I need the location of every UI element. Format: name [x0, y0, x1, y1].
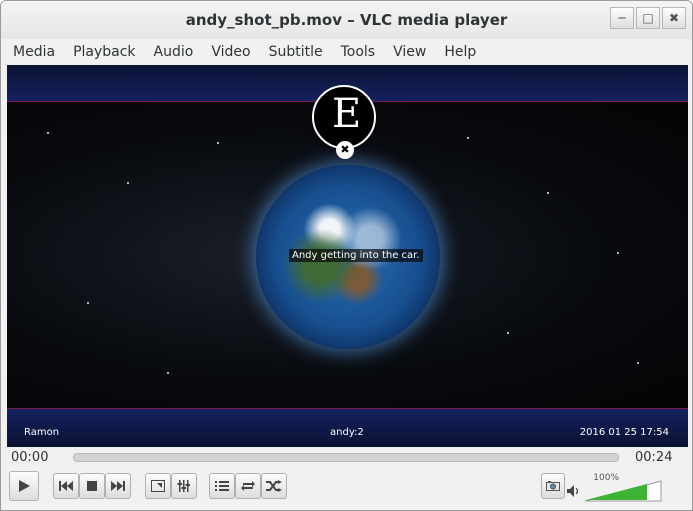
shuffle-button[interactable] [261, 473, 287, 499]
star [617, 252, 619, 254]
star [47, 132, 49, 134]
logo-badge-icon: ✖ [336, 141, 354, 159]
logo-circle: E [312, 85, 376, 149]
next-icon [111, 481, 125, 491]
menu-bar: Media Playback Audio Video Subtitle Tool… [1, 39, 692, 65]
previous-button[interactable] [53, 473, 79, 499]
mute-button[interactable] [566, 483, 580, 497]
window-controls: ─ □ ✖ [610, 7, 686, 29]
menu-media[interactable]: Media [13, 44, 55, 60]
maximize-button[interactable]: □ [636, 7, 660, 29]
play-icon [19, 480, 30, 492]
star [547, 192, 549, 194]
star [167, 372, 169, 374]
menu-playback[interactable]: Playback [73, 44, 135, 60]
video-area[interactable]: E ✖ Andy getting into the car. Ramon and… [7, 65, 688, 447]
volume-triangle [584, 480, 662, 502]
video-bottom-band: Ramon andy:2 2016 01 25 17:54 [7, 408, 688, 447]
caption-center: andy:2 [330, 427, 364, 438]
elapsed-time: 00:00 [11, 450, 49, 465]
subtitle-text: Andy getting into the car. [289, 249, 423, 262]
loop-icon [241, 481, 255, 491]
loop-button[interactable] [235, 473, 261, 499]
vlc-window: andy_shot_pb.mov – VLC media player ─ □ … [0, 0, 693, 511]
close-button[interactable]: ✖ [662, 7, 686, 29]
control-bar: 100% [1, 469, 692, 509]
extended-settings-button[interactable] [171, 473, 197, 499]
minimize-button[interactable]: ─ [610, 7, 634, 29]
star [127, 182, 129, 184]
star [87, 302, 89, 304]
extended-settings-icon [177, 480, 190, 492]
title-bar[interactable]: andy_shot_pb.mov – VLC media player ─ □ … [1, 1, 692, 39]
total-time: 00:24 [635, 450, 673, 465]
speaker-icon [567, 485, 579, 497]
star [467, 137, 469, 139]
menu-help[interactable]: Help [444, 44, 476, 60]
window-title: andy_shot_pb.mov – VLC media player [185, 11, 508, 29]
seek-row: 00:00 00:24 [1, 447, 692, 469]
menu-tools[interactable]: Tools [341, 44, 376, 60]
star [507, 332, 509, 334]
play-button[interactable] [9, 471, 39, 501]
fullscreen-button[interactable] [145, 473, 171, 499]
caption-right: 2016 01 25 17:54 [579, 427, 669, 438]
next-button[interactable] [105, 473, 131, 499]
previous-icon [59, 481, 73, 491]
caption-left: Ramon [24, 427, 60, 438]
stop-button[interactable] [79, 473, 105, 499]
menu-video[interactable]: Video [211, 44, 250, 60]
menu-subtitle[interactable]: Subtitle [269, 44, 323, 60]
stop-icon [87, 481, 97, 491]
playlist-button[interactable] [209, 473, 235, 499]
shuffle-icon [266, 480, 282, 492]
star [637, 362, 639, 364]
fullscreen-icon [151, 480, 165, 492]
menu-view[interactable]: View [393, 44, 426, 60]
menu-audio[interactable]: Audio [154, 44, 194, 60]
logo-mark: E [332, 91, 362, 137]
snapshot-icon [546, 481, 560, 491]
seek-slider[interactable] [73, 453, 619, 462]
snapshot-button[interactable] [541, 473, 565, 499]
playlist-icon [215, 481, 229, 491]
volume-slider[interactable]: 100% [583, 473, 663, 502]
star [217, 142, 219, 144]
